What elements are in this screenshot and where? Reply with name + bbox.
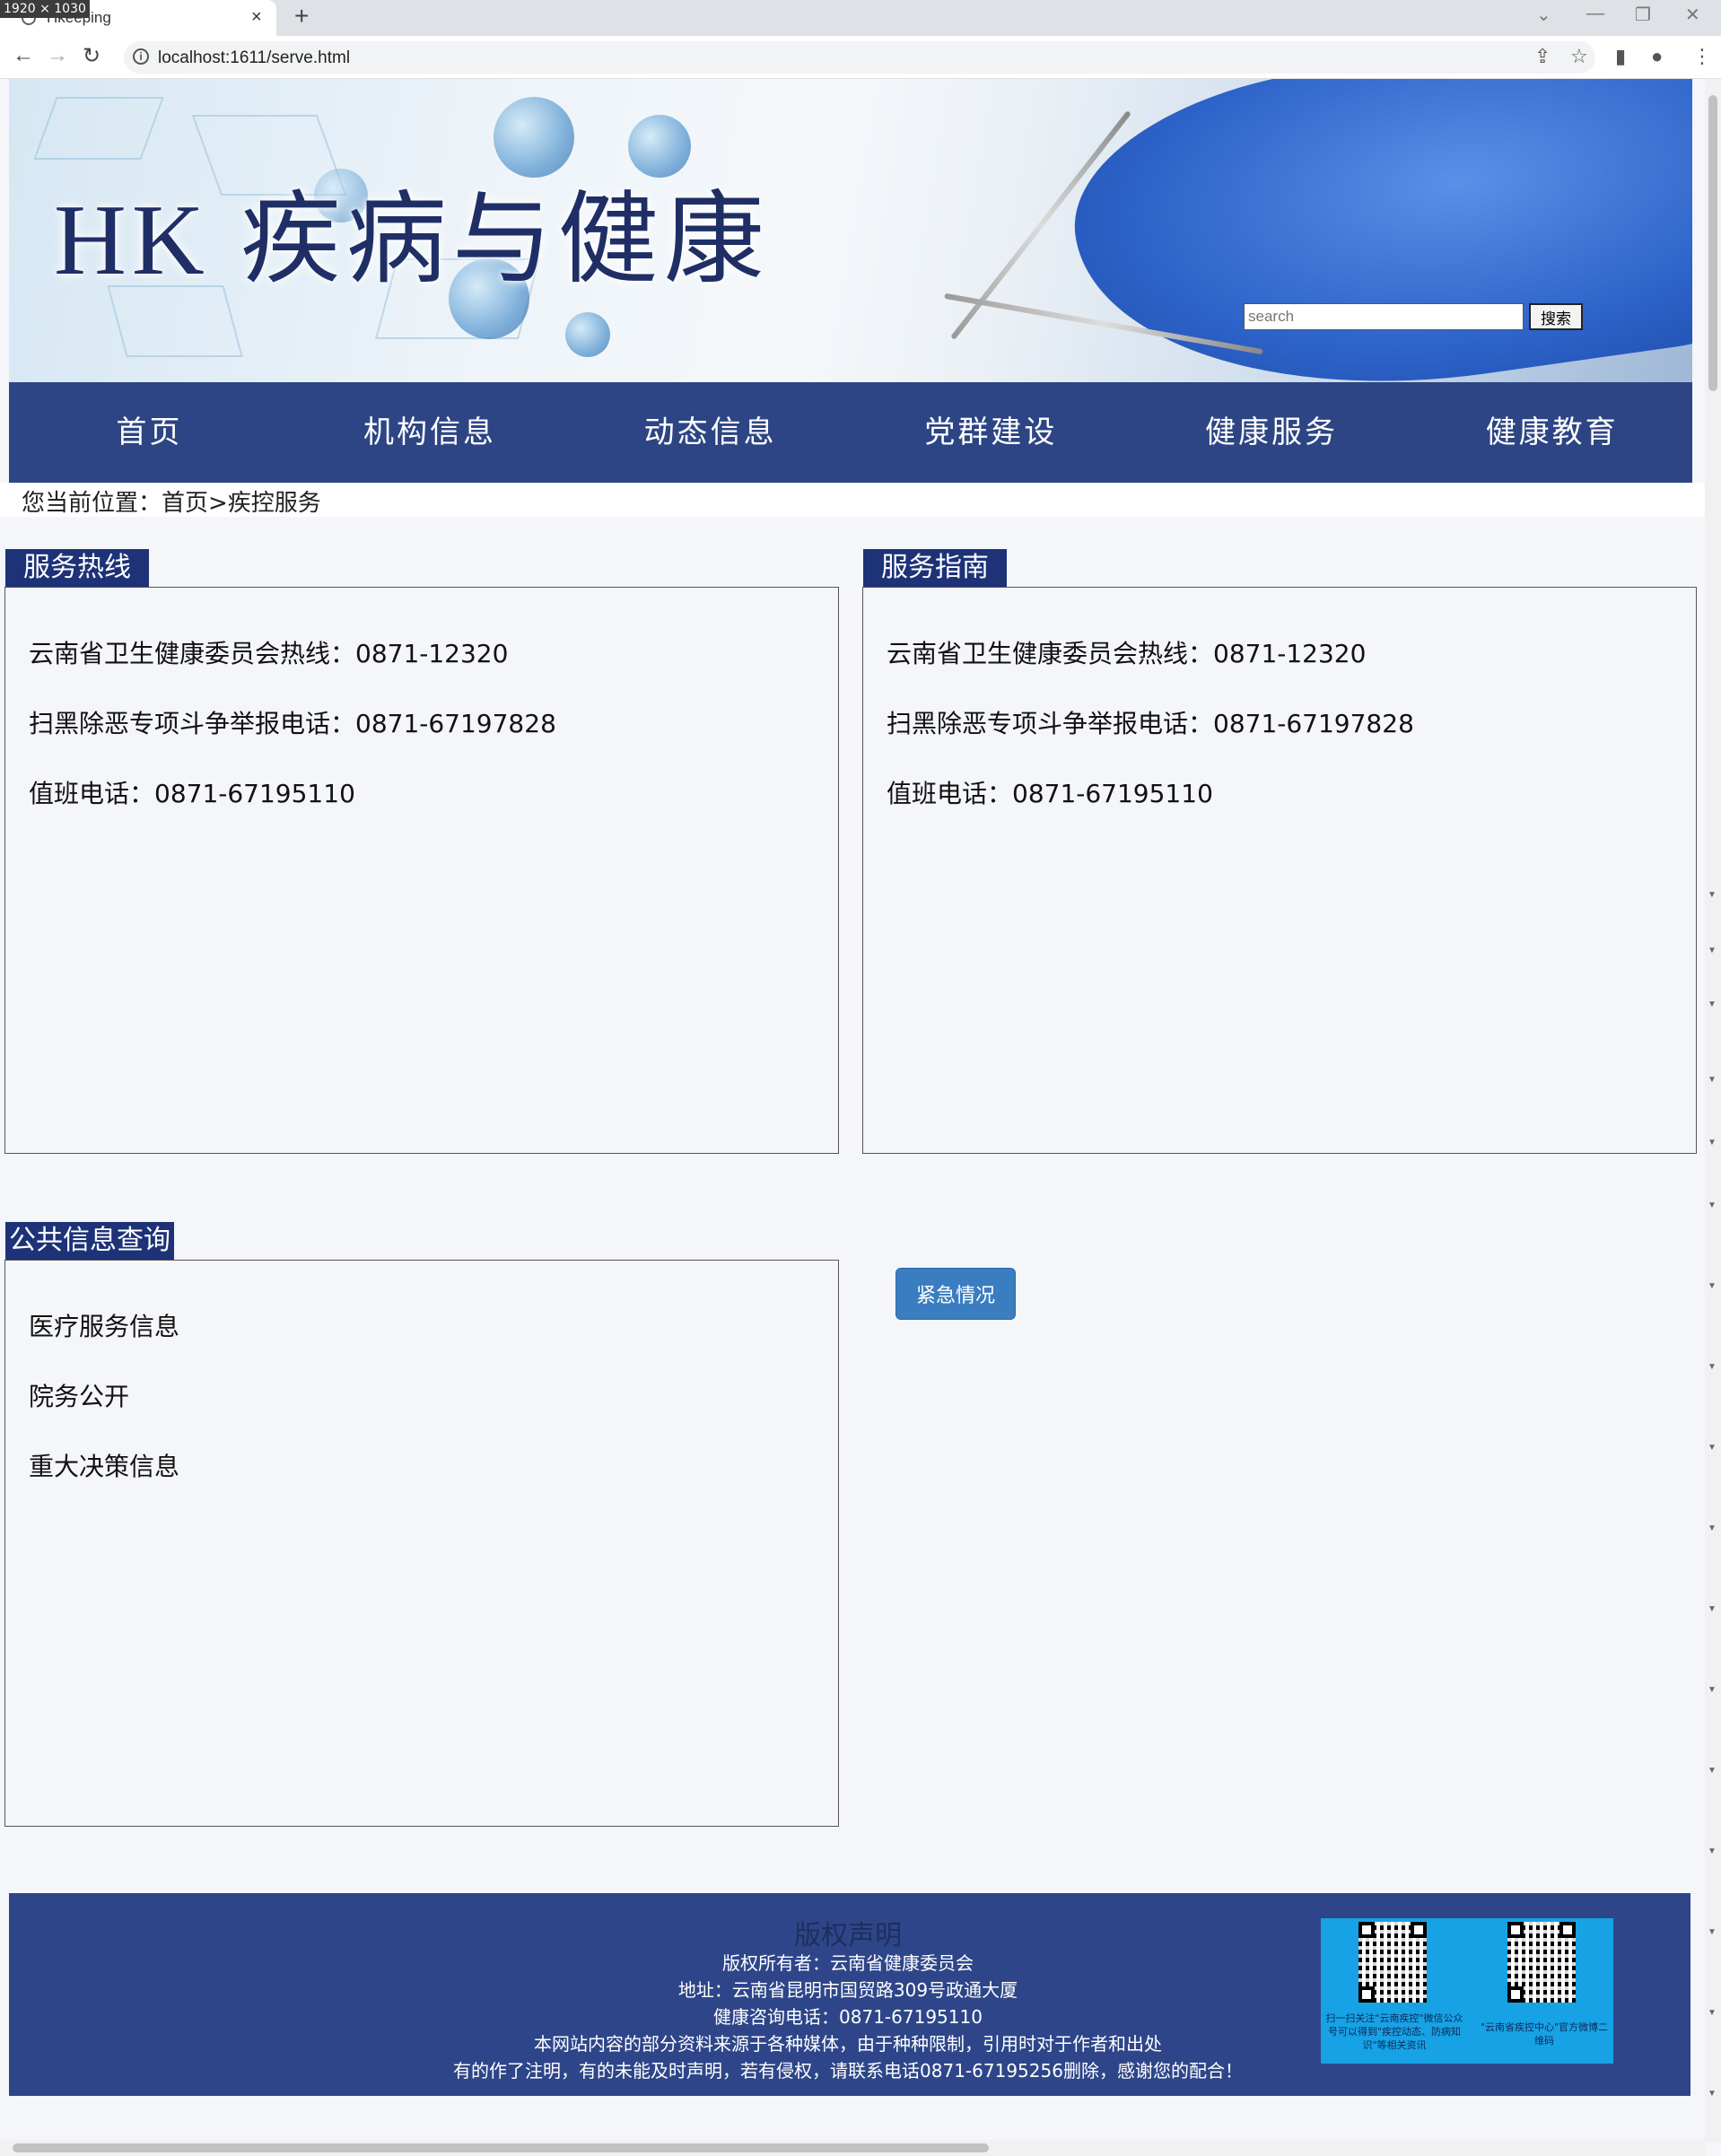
scroll-arrow-icon[interactable]: ▼ xyxy=(1708,1523,1717,1533)
scroll-arrow-icon[interactable]: ▼ xyxy=(1708,2008,1717,2018)
list-item: 云南省卫生健康委员会热线：0871-12320 xyxy=(29,639,509,668)
qr-caption: "云南省疾控中心"官方微博二维码 xyxy=(1480,2021,1609,2047)
scroll-arrow-icon[interactable]: ▼ xyxy=(1708,1362,1717,1372)
search-button[interactable]: 搜索 xyxy=(1529,303,1583,330)
main-nav: 首页 机构信息 动态信息 党群建设 健康服务 健康教育 xyxy=(9,382,1692,483)
star-icon[interactable]: ☆ xyxy=(1570,45,1588,68)
wechat-qr-code xyxy=(1358,1922,1427,2003)
new-tab-icon[interactable]: + xyxy=(294,2,309,31)
molecule-sphere xyxy=(565,312,610,357)
nav-home[interactable]: 首页 xyxy=(9,382,290,483)
tab-strip: Hkeeping × 1920 × 1030 + ⌄ — ❐ ✕ xyxy=(0,0,1721,36)
breadcrumb: 您当前位置：首页>疾控服务 xyxy=(22,490,321,517)
scroll-arrow-icon[interactable]: ▼ xyxy=(1708,946,1717,956)
list-item: 扫黑除恶专项斗争举报电话：0871-67197828 xyxy=(887,709,1414,738)
public-info-link[interactable]: 重大决策信息 xyxy=(29,1447,179,1483)
scroll-arrow-icon[interactable]: ▼ xyxy=(1708,1604,1717,1614)
list-item: 扫黑除恶专项斗争举报电话：0871-67197828 xyxy=(29,709,556,738)
reload-icon[interactable]: ↻ xyxy=(83,43,100,69)
close-icon[interactable]: × xyxy=(251,7,262,28)
scroll-arrow-icon[interactable]: ▼ xyxy=(1708,1927,1717,1937)
list-item: 云南省卫生健康委员会热线：0871-12320 xyxy=(887,639,1367,668)
qr-code-panel: 扫一扫关注"云南疾控"微信公众号可以得到"疾控动态、防病知识"等相关资讯 "云南… xyxy=(1321,1918,1613,2064)
public-info-link[interactable]: 医疗服务信息 xyxy=(29,1307,179,1343)
browser-toolbar: ← → ↻ i localhost:1611/serve.html ⇪ ☆ ▮ … xyxy=(0,36,1721,79)
sidepanel-icon[interactable]: ▮ xyxy=(1615,45,1626,68)
list-item: 值班电话：0871-67195110 xyxy=(887,779,1213,808)
weibo-qr-code xyxy=(1507,1922,1576,2003)
profile-icon[interactable]: ● xyxy=(1651,45,1663,68)
address-bar[interactable]: i localhost:1611/serve.html xyxy=(124,41,1595,74)
hotline-panel: 云南省卫生健康委员会热线：0871-12320 扫黑除恶专项斗争举报电话：087… xyxy=(4,587,839,1154)
scroll-arrow-icon[interactable]: ▼ xyxy=(1708,890,1717,900)
guide-panel: 云南省卫生健康委员会热线：0871-12320 扫黑除恶专项斗争举报电话：087… xyxy=(862,587,1697,1154)
restore-icon[interactable]: ❐ xyxy=(1635,4,1651,26)
panel-title-hotline: 服务热线 xyxy=(5,549,149,587)
menu-icon[interactable]: ⋮ xyxy=(1692,45,1712,68)
share-icon[interactable]: ⇪ xyxy=(1534,45,1551,68)
nav-health-education[interactable]: 健康教育 xyxy=(1411,382,1692,483)
glove-image xyxy=(1057,79,1692,382)
emergency-button[interactable]: 紧急情况 xyxy=(895,1268,1016,1320)
chevron-down-icon[interactable]: ⌄ xyxy=(1536,4,1551,26)
horizontal-scrollbar[interactable] xyxy=(0,2140,1705,2156)
public-info-panel: 医疗服务信息 院务公开 重大决策信息 xyxy=(4,1260,839,1827)
back-icon[interactable]: ← xyxy=(13,43,34,68)
nav-health-service[interactable]: 健康服务 xyxy=(1131,382,1412,483)
list-item: 值班电话：0871-67195110 xyxy=(29,779,355,808)
nav-organization[interactable]: 机构信息 xyxy=(290,382,571,483)
scroll-arrow-icon[interactable]: ▼ xyxy=(1708,1443,1717,1453)
panel-title-guide: 服务指南 xyxy=(863,549,1007,587)
scroll-thumb[interactable] xyxy=(13,2143,989,2152)
forward-icon[interactable]: → xyxy=(47,43,68,68)
scroll-arrow-icon[interactable]: ▼ xyxy=(1708,999,1717,1009)
scroll-arrow-icon[interactable]: ▼ xyxy=(1708,2089,1717,2099)
url-text[interactable]: localhost:1611/serve.html xyxy=(158,48,350,68)
nav-party[interactable]: 党群建设 xyxy=(851,382,1131,483)
panel-title-public-info: 公共信息查询 xyxy=(5,1222,174,1260)
qr-caption: 扫一扫关注"云南疾控"微信公众号可以得到"疾控动态、防病知识"等相关资讯 xyxy=(1325,2012,1463,2051)
scroll-arrow-icon[interactable]: ▼ xyxy=(1708,1200,1717,1210)
scroll-arrow-icon[interactable]: ▼ xyxy=(1708,1685,1717,1695)
info-icon[interactable]: i xyxy=(133,48,149,65)
vertical-scrollbar[interactable]: ▼ ▼ ▼ ▼ ▼ ▼ ▼ ▼ ▼ ▼ ▼ ▼ ▼ ▼ ▼ ▼ ▼ xyxy=(1705,79,1721,2143)
browser-window: Hkeeping × 1920 × 1030 + ⌄ — ❐ ✕ ← → ↻ i… xyxy=(0,0,1721,2156)
scroll-arrow-icon[interactable]: ▼ xyxy=(1708,1075,1717,1085)
close-window-icon[interactable]: ✕ xyxy=(1685,4,1700,26)
scroll-thumb[interactable] xyxy=(1708,95,1717,391)
size-badge: 1920 × 1030 xyxy=(0,0,90,18)
molecule-decoration xyxy=(33,97,164,160)
header-banner: HK 疾病与健康 xyxy=(9,79,1692,382)
minimize-icon[interactable]: — xyxy=(1586,4,1604,24)
scroll-arrow-icon[interactable]: ▼ xyxy=(1708,1281,1717,1291)
search-input[interactable] xyxy=(1244,303,1524,330)
public-info-link[interactable]: 院务公开 xyxy=(29,1377,129,1413)
site-logo[interactable]: HK 疾病与健康 xyxy=(54,158,770,303)
scroll-arrow-icon[interactable]: ▼ xyxy=(1708,1138,1717,1148)
scroll-arrow-icon[interactable]: ▼ xyxy=(1708,1846,1717,1856)
footer: 版权声明 版权所有者：云南省健康委员会 地址：云南省昆明市国贸路309号政通大厦… xyxy=(9,1893,1690,2096)
scroll-arrow-icon[interactable]: ▼ xyxy=(1708,1766,1717,1776)
nav-news[interactable]: 动态信息 xyxy=(570,382,851,483)
